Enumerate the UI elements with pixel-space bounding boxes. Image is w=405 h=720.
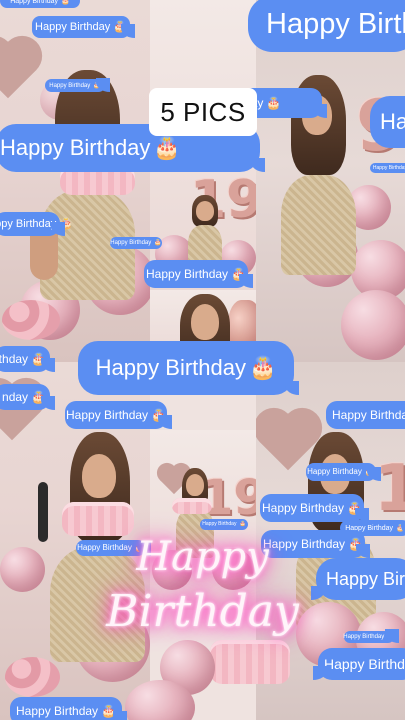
roses	[2, 300, 60, 340]
message-text: Happy Birthday	[343, 634, 385, 640]
message-text: rthday	[0, 352, 29, 366]
message-bubble: Happy Birthday🎂	[144, 260, 253, 288]
message-text: Happy Birthday	[66, 408, 149, 422]
cake-emoji-icon: 🎂	[61, 0, 70, 5]
message-text: Happy Birthday	[95, 355, 246, 380]
message-bubble: Happy Birthday🎂	[0, 212, 73, 236]
neon-title-birthday: Birthday	[106, 586, 299, 637]
cake-emoji-icon: 🎂	[93, 82, 101, 89]
message-text: Happy Birthday	[0, 135, 151, 160]
message-bubble: Happy Birthday	[248, 0, 405, 52]
message-bubble: Happy Birthday🎂	[306, 463, 381, 481]
roses	[5, 657, 60, 697]
cake-emoji-icon: 🎂	[113, 20, 127, 33]
message-bubble: Happy Birthday	[311, 558, 405, 600]
person-face	[196, 201, 214, 221]
message-bubble: nday 🎂	[0, 384, 55, 410]
balloon	[0, 547, 45, 592]
person-face	[186, 474, 204, 496]
photo-top-left	[0, 0, 150, 362]
photo-top-right: 9	[256, 0, 405, 362]
message-text: Happy Birthday	[35, 20, 111, 33]
message-bubble: Happy Birthday🎂	[0, 0, 80, 8]
message-text: Happy Birthday	[202, 521, 237, 527]
message-bubble: Happy Birthday🎂	[110, 237, 162, 249]
message-bubble: Happy Birthday🎂	[45, 78, 110, 92]
cake-emoji-icon: 🎂	[348, 537, 363, 551]
cake	[62, 502, 134, 536]
message-text: Happy Birthday	[307, 467, 362, 476]
message-text: Ha	[380, 109, 405, 134]
message-bubble: Happy Birthday🎂	[32, 16, 135, 38]
cake-emoji-icon: 🎂	[31, 352, 46, 366]
cake-emoji-icon: 🎂	[154, 240, 162, 246]
cake-emoji-icon: 🎂	[387, 634, 395, 640]
message-text: nday	[2, 390, 29, 404]
message-text: Happy Birthday	[10, 0, 59, 5]
cake-emoji-icon: 🎂	[347, 501, 362, 515]
message-text: Happy Birthday	[266, 7, 405, 40]
cake-emoji-icon: 🎂	[396, 524, 405, 532]
message-bubble: Happy Birthday🎂	[343, 629, 399, 643]
message-bubble: Happy Birthday🎂	[78, 341, 299, 395]
message-bubble: rthday🎂	[0, 346, 55, 372]
message-bubble: Happy Birthday🎂	[65, 401, 172, 429]
message-bubble: Happy Birthday	[326, 401, 405, 429]
cake-emoji-icon: 🎂	[153, 135, 181, 160]
cake-emoji-icon: 🎂	[101, 704, 116, 718]
cake-emoji-icon: 🎂	[231, 267, 246, 281]
cake-emoji-icon: 🎂	[31, 390, 46, 404]
video-frame: 19 9	[0, 0, 405, 720]
message-bubble: Happy Birthday	[313, 648, 405, 680]
message-bubble: Ha	[370, 96, 405, 148]
message-bubble: Happy Birthday🎂	[260, 494, 369, 522]
message-text: Happy Birthday	[326, 569, 405, 589]
cake-emoji-icon: 🎂	[151, 408, 166, 422]
message-text: Happy Birthday	[49, 82, 91, 89]
message-bubble: Happy Birthday	[370, 163, 405, 173]
cake-emoji-icon: 🎂	[59, 217, 73, 230]
cake-emoji-icon: 🎂	[266, 96, 282, 110]
balloon	[341, 290, 405, 360]
message-bubble: Happy Birthday🎂	[10, 697, 127, 720]
message-text: Happy Birthday	[372, 164, 405, 171]
message-text: Happy Birthday	[110, 240, 152, 246]
cake-emoji-icon: 🎂	[364, 467, 375, 476]
message-text: Happy Birthday	[324, 656, 405, 672]
message-text: Happy Birthday	[0, 217, 57, 230]
cake	[210, 640, 290, 684]
message-bubble: Happy Birthday🎂	[200, 519, 248, 530]
message-text: Happy Birthday	[332, 408, 405, 422]
cake-emoji-icon: 🎂	[249, 355, 277, 380]
cake	[172, 498, 212, 514]
person-face	[82, 454, 116, 498]
message-text: Happy Birthday	[16, 704, 99, 718]
cake-emoji-icon: 🎂	[239, 521, 246, 527]
message-text: Happy Birthday	[262, 501, 345, 515]
neon-title-happy: Happy	[136, 534, 269, 580]
person-face	[191, 304, 219, 340]
pics-count-badge: 5 PICS	[149, 88, 257, 136]
person-dress	[281, 175, 356, 275]
message-text: Happy Birthday	[146, 267, 229, 281]
